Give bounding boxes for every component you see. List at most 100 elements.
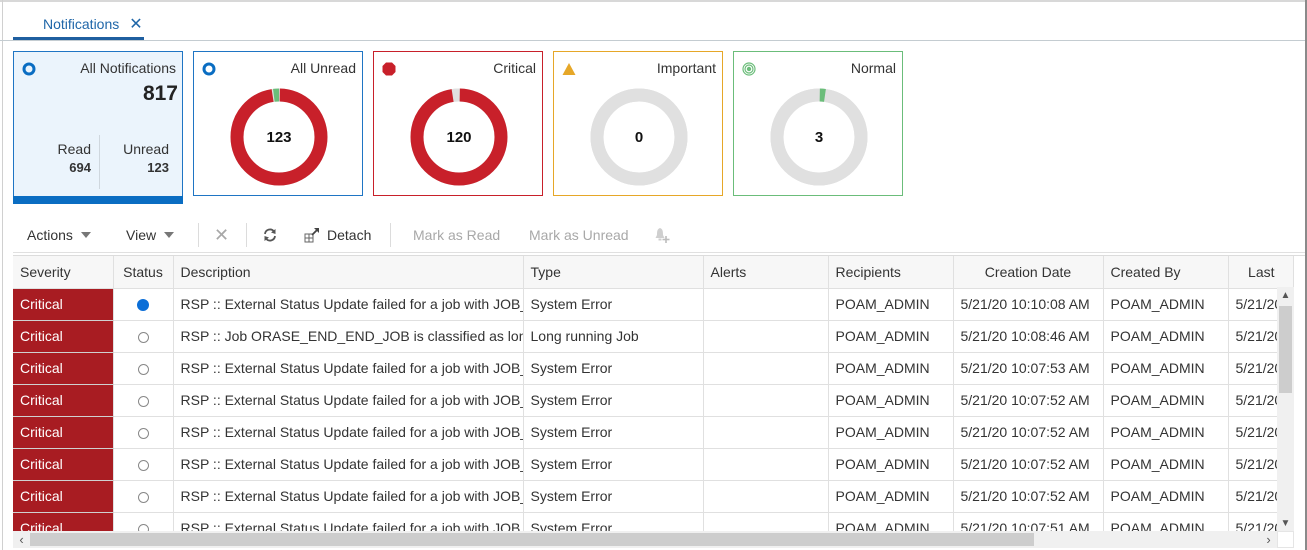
cell-severity: Critical <box>13 416 114 449</box>
card-all-notifications[interactable]: All Notifications 817 Read 694 Unread 12… <box>13 51 183 204</box>
caret-down-icon <box>164 232 175 238</box>
unread-label: Unread <box>123 141 169 157</box>
cell-created-by: POAM_ADMIN <box>1103 288 1229 321</box>
cell-alerts <box>703 352 829 385</box>
cell-severity: Critical <box>13 288 114 321</box>
cell-description: RSP :: External Status Update failed for… <box>173 480 524 513</box>
actions-menu-button[interactable]: Actions <box>27 219 91 251</box>
table-row[interactable]: Critical RSP :: External Status Update fa… <box>13 480 1294 513</box>
cell-recipients: POAM_ADMIN <box>828 448 954 481</box>
column-header-description[interactable]: Description <box>173 256 524 289</box>
read-circle-icon[interactable] <box>137 491 149 503</box>
add-alert-button[interactable] <box>653 219 671 251</box>
table-row[interactable]: Critical RSP :: External Status Update fa… <box>13 448 1294 481</box>
scroll-left-arrow-icon[interactable]: ‹ <box>13 531 30 548</box>
card-all-unread[interactable]: All Unread 123 <box>193 51 363 196</box>
toolbar-separator <box>246 223 247 247</box>
unread-dot-icon[interactable] <box>137 299 149 312</box>
cell-status <box>113 384 174 417</box>
horizontal-scrollbar[interactable]: ‹ › <box>13 531 1277 548</box>
mark-as-unread-button[interactable]: Mark as Unread <box>529 219 629 251</box>
detach-label: Detach <box>327 227 372 243</box>
column-header-creation-date[interactable]: Creation Date <box>953 256 1104 289</box>
detach-button[interactable]: Detach <box>304 219 371 251</box>
cell-description: RSP :: External Status Update failed for… <box>173 288 524 321</box>
unread-value: 123 <box>147 160 169 175</box>
table-row[interactable]: Critical RSP :: External Status Update fa… <box>13 384 1294 417</box>
cell-alerts <box>703 480 829 513</box>
cell-status <box>113 288 174 321</box>
cell-status <box>113 480 174 513</box>
scroll-corner <box>1277 531 1294 548</box>
cell-description: RSP :: External Status Update failed for… <box>173 416 524 449</box>
read-circle-icon[interactable] <box>137 331 149 343</box>
scroll-right-arrow-icon[interactable]: › <box>1260 531 1277 548</box>
column-header-recipients[interactable]: Recipients <box>828 256 954 289</box>
scroll-up-arrow-icon[interactable]: ▲ <box>1277 287 1294 304</box>
refresh-button[interactable] <box>262 219 278 251</box>
donut-value: 3 <box>814 128 824 146</box>
vertical-scroll-thumb[interactable] <box>1279 306 1292 393</box>
column-header-alerts[interactable]: Alerts <box>703 256 829 289</box>
read-circle-icon[interactable] <box>137 427 149 439</box>
cell-recipients: POAM_ADMIN <box>828 320 954 353</box>
card-critical[interactable]: Critical 120 <box>373 51 543 196</box>
actions-label: Actions <box>27 227 73 243</box>
column-header-status[interactable]: Status <box>113 256 174 289</box>
cell-creation-date: 5/21/20 10:07:53 AM <box>953 352 1104 385</box>
view-menu-button[interactable]: View <box>126 219 175 251</box>
card-title: All Notifications <box>80 60 176 76</box>
card-important[interactable]: Important 0 <box>553 51 723 196</box>
cell-type: System Error <box>523 288 704 321</box>
cell-creation-date: 5/21/20 10:10:08 AM <box>953 288 1104 321</box>
column-header-severity[interactable]: Severity <box>13 256 114 289</box>
tab-bar: Notifications ✕ <box>0 0 1305 41</box>
table-row[interactable]: Critical RSP :: Job ORASE_END_END_JOB is … <box>13 320 1294 353</box>
donut-value: 0 <box>634 128 644 146</box>
read-circle-icon[interactable] <box>137 459 149 471</box>
read-label: Read <box>57 141 91 157</box>
view-label: View <box>126 227 157 243</box>
cell-created-by: POAM_ADMIN <box>1103 320 1229 353</box>
donut-value: 123 <box>266 128 292 146</box>
horizontal-scroll-thumb[interactable] <box>30 533 1034 546</box>
toolbar: Actions View ✕ Detach Mark as Read Mark … <box>13 219 1305 253</box>
detach-icon <box>304 228 319 243</box>
unread-stat: Unread 123 <box>123 141 169 175</box>
cell-creation-date: 5/21/20 10:08:46 AM <box>953 320 1104 353</box>
close-icon[interactable]: ✕ <box>129 14 142 34</box>
card-normal[interactable]: Normal 3 <box>733 51 903 196</box>
cell-alerts <box>703 288 829 321</box>
read-stat: Read 694 <box>58 141 91 175</box>
table-row[interactable]: Critical RSP :: External Status Update fa… <box>13 416 1294 449</box>
read-circle-icon[interactable] <box>137 363 149 375</box>
cell-creation-date: 5/21/20 10:07:52 AM <box>953 384 1104 417</box>
card-title: Critical <box>493 60 536 76</box>
cell-description: RSP :: External Status Update failed for… <box>173 448 524 481</box>
card-title: Important <box>656 60 716 76</box>
cell-status <box>113 352 174 385</box>
mark-read-label: Mark as Read <box>413 227 501 243</box>
column-header-last[interactable]: Last <box>1228 256 1294 289</box>
active-tab-indicator <box>13 37 144 40</box>
cell-status <box>113 320 174 353</box>
cell-status <box>113 416 174 449</box>
read-circle-icon[interactable] <box>137 395 149 407</box>
delete-button[interactable]: ✕ <box>214 219 229 251</box>
table-header-row: Severity Status Description Type Alerts … <box>13 256 1294 289</box>
column-header-created-by[interactable]: Created By <box>1103 256 1229 289</box>
toolbar-separator <box>198 223 199 247</box>
table-row[interactable]: Critical RSP :: External Status Update fa… <box>13 288 1294 321</box>
octagon-icon <box>382 62 396 76</box>
ring-icon <box>22 62 36 76</box>
table-row[interactable]: Critical RSP :: External Status Update fa… <box>13 352 1294 385</box>
cell-severity: Critical <box>13 480 114 513</box>
column-header-type[interactable]: Type <box>523 256 704 289</box>
tab-notifications[interactable]: Notifications ✕ <box>13 8 144 40</box>
cell-alerts <box>703 416 829 449</box>
vertical-scrollbar[interactable]: ▲ ▼ <box>1277 287 1294 532</box>
cell-recipients: POAM_ADMIN <box>828 384 954 417</box>
scroll-down-arrow-icon[interactable]: ▼ <box>1277 515 1294 532</box>
read-value: 694 <box>69 160 91 175</box>
mark-as-read-button[interactable]: Mark as Read <box>413 219 500 251</box>
